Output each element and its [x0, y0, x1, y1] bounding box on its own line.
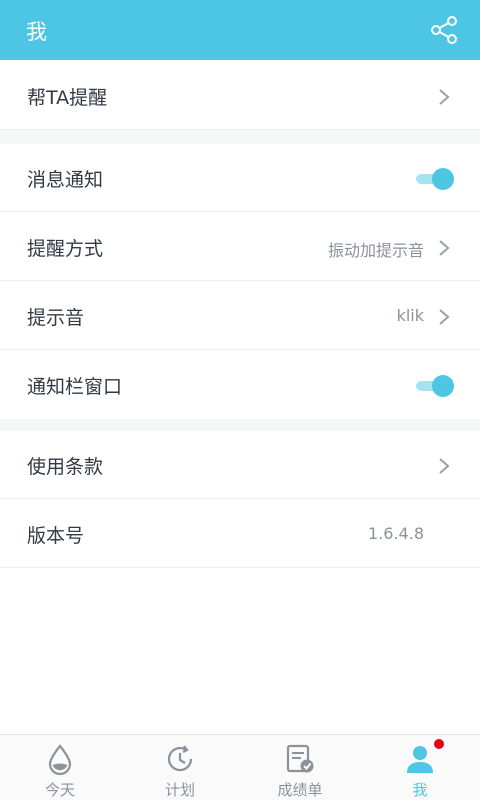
tab-me[interactable]: 我	[360, 735, 480, 801]
tab-report-label: 成绩单	[277, 781, 323, 799]
message-notification-row[interactable]: 消息通知	[0, 144, 480, 212]
tab-today[interactable]: 今天	[0, 735, 120, 801]
toggle-knob	[432, 375, 454, 397]
alert-sound-value: klik	[396, 306, 424, 325]
message-notification-label: 消息通知	[27, 169, 104, 191]
help-remind-row[interactable]: 帮TA提醒	[0, 62, 480, 130]
notification-badge	[434, 739, 444, 749]
terms-of-use-label: 使用条款	[27, 456, 104, 478]
tab-plan[interactable]: 计划	[120, 735, 240, 801]
tab-report[interactable]: 成绩单	[240, 735, 360, 801]
share-icon[interactable]	[428, 14, 460, 46]
drop-icon	[48, 744, 72, 775]
remind-method-row[interactable]: 提醒方式 振动加提示音	[0, 213, 480, 281]
alert-sound-label: 提示音	[27, 307, 85, 329]
bottom-tab-bar: 今天 计划 成绩单 我	[0, 734, 480, 800]
remind-method-value: 振动加提示音	[327, 241, 424, 260]
toggle-knob	[432, 168, 454, 190]
notification-bar-window-label: 通知栏窗口	[27, 376, 123, 398]
clock-icon	[167, 745, 193, 772]
page-title: 我	[26, 20, 47, 44]
notification-bar-window-row[interactable]: 通知栏窗口	[0, 351, 480, 419]
terms-of-use-row[interactable]: 使用条款	[0, 431, 480, 499]
user-icon	[407, 746, 433, 773]
chevron-right-icon	[439, 89, 450, 105]
chevron-right-icon	[439, 309, 450, 325]
section-divider	[0, 130, 480, 144]
version-row: 版本号 1.6.4.8	[0, 500, 480, 568]
remind-method-label: 提醒方式	[27, 238, 104, 260]
message-notification-toggle[interactable]	[416, 168, 454, 190]
chevron-right-icon	[439, 240, 450, 256]
section-divider	[0, 419, 480, 431]
app-bar: 我	[0, 0, 480, 60]
version-label: 版本号	[27, 525, 85, 547]
chevron-right-icon	[439, 458, 450, 474]
help-remind-label: 帮TA提醒	[27, 87, 108, 109]
tab-me-label: 我	[412, 781, 428, 799]
tab-plan-label: 计划	[164, 781, 195, 799]
version-value: 1.6.4.8	[368, 524, 424, 543]
alert-sound-row[interactable]: 提示音 klik	[0, 282, 480, 350]
tab-today-label: 今天	[44, 781, 75, 799]
notification-bar-window-toggle[interactable]	[416, 375, 454, 397]
report-icon	[286, 744, 314, 773]
